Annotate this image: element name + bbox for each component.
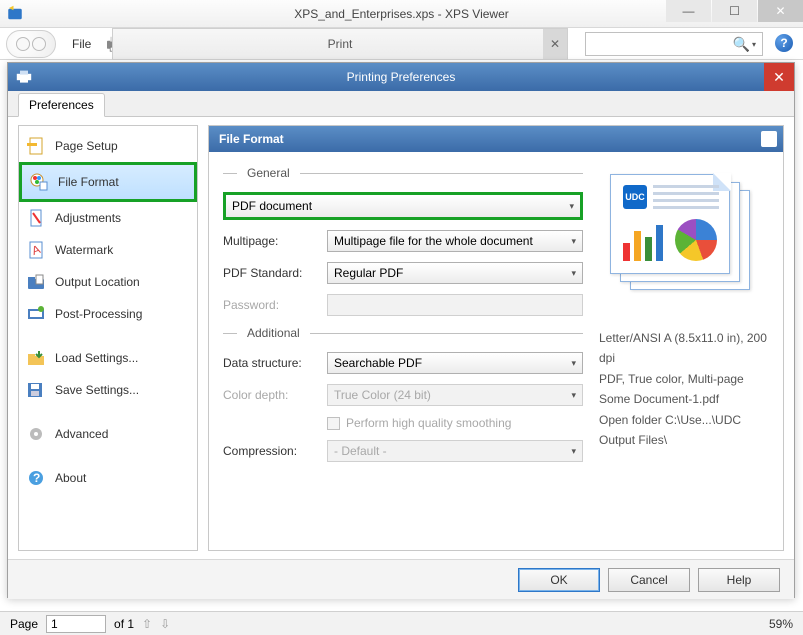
panel-title: File Format: [219, 132, 284, 146]
ok-button[interactable]: OK: [518, 568, 600, 592]
sidebar-label: Advanced: [55, 427, 108, 441]
help-button[interactable]: Help: [698, 568, 780, 592]
password-label: Password:: [223, 298, 327, 312]
sidebar-item-post-processing[interactable]: Post-Processing: [19, 298, 197, 330]
app-icon: [6, 5, 24, 23]
group-general: General: [223, 166, 583, 180]
status-bar: Page of 1 ⇧ ⇩ 59%: [0, 611, 803, 635]
page-setup-icon: [27, 137, 45, 155]
group-additional: Additional: [223, 326, 583, 340]
multipage-select[interactable]: Multipage file for the whole document ▾: [327, 230, 583, 252]
help-icon[interactable]: ?: [775, 34, 793, 52]
output-location-icon: [27, 273, 45, 291]
sidebar-item-watermark[interactable]: A Watermark: [19, 234, 197, 266]
page-down-icon[interactable]: ⇩: [160, 617, 170, 631]
adjustments-icon: [27, 209, 45, 227]
format-value: PDF document: [232, 199, 312, 213]
file-menu[interactable]: File: [72, 37, 91, 51]
format-select[interactable]: PDF document ▾: [223, 192, 583, 220]
sidebar-item-load-settings[interactable]: Load Settings...: [19, 342, 197, 374]
print-bar: Print ✕: [112, 28, 568, 60]
chevron-down-icon: ▾: [571, 268, 576, 279]
search-input[interactable]: 🔍 ▾: [585, 32, 763, 56]
sidebar: Page Setup File Format Adjustments A Wat…: [18, 125, 198, 551]
page-of-label: of 1: [114, 617, 134, 631]
smoothing-checkbox: Perform high quality smoothing: [327, 416, 511, 430]
compression-label: Compression:: [223, 444, 327, 458]
help-icon: ?: [27, 469, 45, 487]
sidebar-label: Load Settings...: [55, 351, 138, 365]
watermark-icon: A: [27, 241, 45, 259]
sidebar-label: Output Location: [55, 275, 140, 289]
load-icon: [27, 349, 45, 367]
sidebar-label: Page Setup: [55, 139, 118, 153]
dialog-title: Printing Preferences: [347, 70, 456, 84]
pdf-standard-select[interactable]: Regular PDF ▾: [327, 262, 583, 284]
sidebar-label: Post-Processing: [55, 307, 142, 321]
preview-image: UDC: [604, 174, 764, 304]
sidebar-item-about[interactable]: ? About: [19, 462, 197, 494]
svg-text:?: ?: [33, 471, 40, 485]
preferences-dialog: Printing Preferences ✕ Preferences Page …: [7, 62, 795, 598]
data-structure-select[interactable]: Searchable PDF ▾: [327, 352, 583, 374]
gear-icon: [27, 425, 45, 443]
close-button[interactable]: ✕: [758, 0, 803, 22]
search-icon: 🔍: [733, 36, 750, 53]
chevron-down-icon: ▾: [569, 201, 574, 212]
sidebar-label: File Format: [58, 175, 119, 189]
binoculars-icon[interactable]: [6, 30, 56, 58]
sidebar-item-save-settings[interactable]: Save Settings...: [19, 374, 197, 406]
password-input: [327, 294, 583, 316]
sidebar-item-page-setup[interactable]: Page Setup: [19, 130, 197, 162]
print-close-button[interactable]: ✕: [543, 29, 567, 59]
post-processing-icon: [27, 305, 45, 323]
tab-preferences[interactable]: Preferences: [18, 93, 105, 117]
dialog-button-bar: OK Cancel Help: [8, 559, 794, 599]
panel-header: File Format: [209, 126, 783, 152]
checkbox-icon: [327, 417, 340, 430]
data-structure-label: Data structure:: [223, 356, 327, 370]
preview-info: Letter/ANSI A (8.5x11.0 in), 200 dpi PDF…: [599, 328, 769, 450]
panel-header-icon: [761, 131, 777, 147]
multipage-label: Multipage:: [223, 234, 327, 248]
save-icon: [27, 381, 45, 399]
tab-strip: Preferences: [8, 91, 794, 117]
chevron-down-icon: ▾: [571, 390, 576, 401]
file-format-icon: [30, 173, 48, 191]
dialog-close-button[interactable]: ✕: [764, 63, 794, 91]
page-number-input[interactable]: [46, 615, 106, 633]
chevron-down-icon: ▾: [571, 446, 576, 457]
compression-select: - Default - ▾: [327, 440, 583, 462]
color-depth-label: Color depth:: [223, 388, 327, 402]
sidebar-item-advanced[interactable]: Advanced: [19, 418, 197, 450]
zoom-level: 59%: [769, 617, 793, 631]
window-title: XPS_and_Enterprises.xps - XPS Viewer: [294, 7, 509, 21]
print-label: Print: [328, 37, 353, 51]
sidebar-item-adjustments[interactable]: Adjustments: [19, 202, 197, 234]
chevron-down-icon: ▾: [571, 358, 576, 369]
color-depth-select: True Color (24 bit) ▾: [327, 384, 583, 406]
sidebar-item-file-format[interactable]: File Format: [19, 162, 197, 202]
printer-icon: [16, 70, 32, 84]
window-titlebar: XPS_and_Enterprises.xps - XPS Viewer — ☐…: [0, 0, 803, 28]
sidebar-label: Watermark: [55, 243, 113, 257]
maximize-button[interactable]: ☐: [712, 0, 757, 22]
sidebar-label: About: [55, 471, 86, 485]
dialog-header: Printing Preferences ✕: [8, 63, 794, 91]
chevron-down-icon: ▾: [571, 236, 576, 247]
sidebar-label: Save Settings...: [55, 383, 139, 397]
page-label: Page: [10, 617, 38, 631]
main-panel: File Format General PDF document ▾ Multi…: [208, 125, 784, 551]
cancel-button[interactable]: Cancel: [608, 568, 690, 592]
chevron-down-icon[interactable]: ▾: [752, 40, 756, 49]
page-up-icon[interactable]: ⇧: [142, 617, 152, 631]
pdf-standard-label: PDF Standard:: [223, 266, 327, 280]
sidebar-label: Adjustments: [55, 211, 121, 225]
sidebar-item-output-location[interactable]: Output Location: [19, 266, 197, 298]
minimize-button[interactable]: —: [666, 0, 711, 22]
